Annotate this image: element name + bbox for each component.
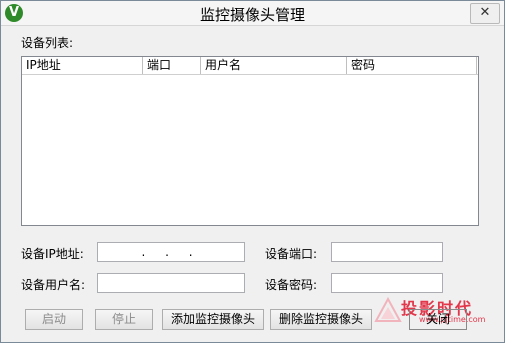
username-label: 设备用户名: <box>21 278 86 292</box>
start-button[interactable]: 启动 <box>25 309 83 330</box>
column-header-ip[interactable]: IP地址 <box>22 57 143 74</box>
title-bar: V 监控摄像头管理 ✕ <box>1 1 504 26</box>
window-close-button[interactable]: ✕ <box>470 3 500 24</box>
watermark-shape-icon <box>374 297 402 322</box>
username-input[interactable] <box>97 273 245 293</box>
ip-address-input[interactable] <box>97 242 245 262</box>
device-list-table[interactable]: IP地址 端口 用户名 密码 <box>21 56 479 226</box>
password-input[interactable] <box>331 273 443 293</box>
column-header-password[interactable]: 密码 <box>347 57 477 74</box>
add-camera-button[interactable]: 添加监控摄像头 <box>162 309 264 330</box>
column-header-username[interactable]: 用户名 <box>201 57 347 74</box>
port-input[interactable] <box>331 242 443 262</box>
app-window: V 监控摄像头管理 ✕ 设备列表: IP地址 端口 用户名 密码 设备IP地址:… <box>0 0 505 343</box>
port-label: 设备端口: <box>265 247 318 261</box>
ip-label: 设备IP地址: <box>21 247 84 261</box>
password-label: 设备密码: <box>265 278 318 292</box>
delete-camera-button[interactable]: 删除监控摄像头 <box>270 309 372 330</box>
close-button[interactable]: 关闭 <box>409 309 467 330</box>
device-list-label: 设备列表: <box>21 36 74 50</box>
window-title: 监控摄像头管理 <box>199 6 305 24</box>
device-list-header: IP地址 端口 用户名 密码 <box>22 57 478 75</box>
stop-button[interactable]: 停止 <box>95 309 153 330</box>
column-header-port[interactable]: 端口 <box>143 57 201 74</box>
